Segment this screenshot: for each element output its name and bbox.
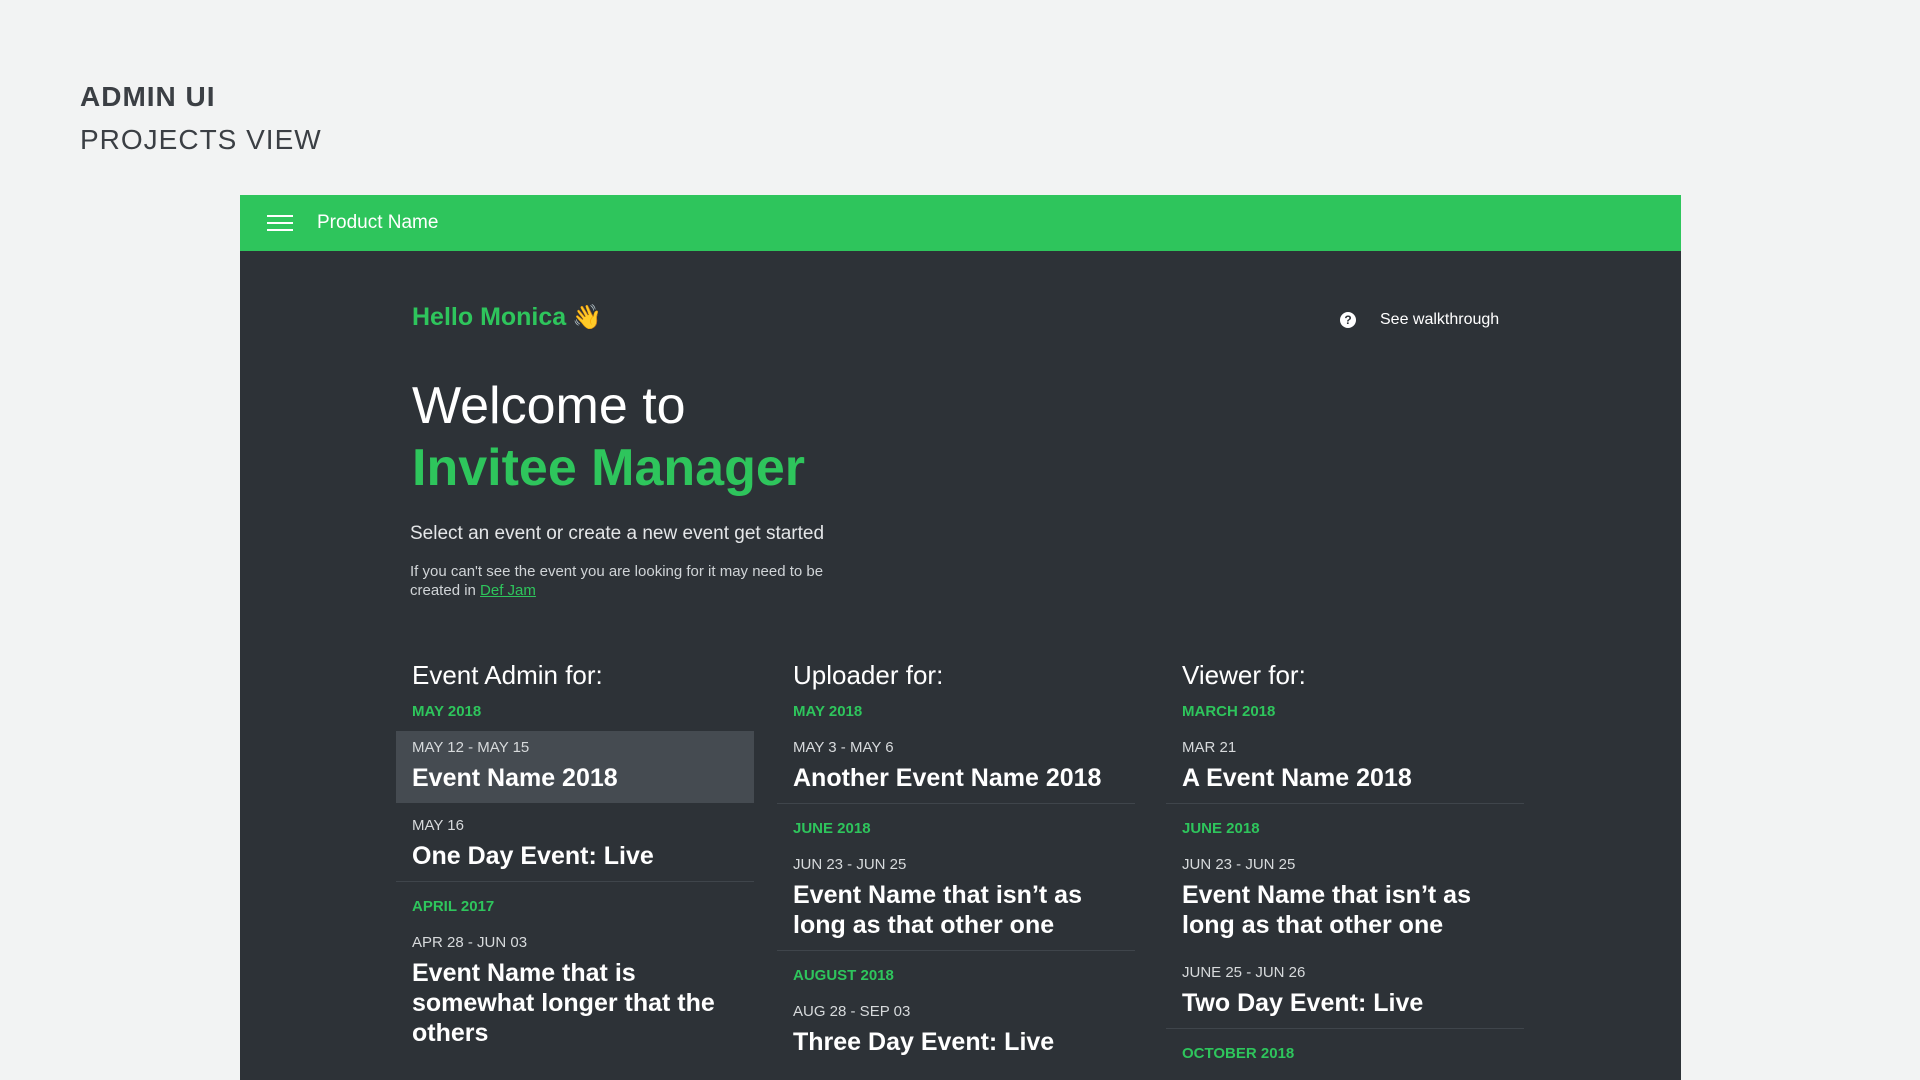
event-name: Three Day Event: Live xyxy=(793,1028,1055,1056)
event-name: Event Name that isn’t as long as that ot… xyxy=(1182,881,1471,939)
presentation-title: ADMIN UI PROJECTS VIEW xyxy=(80,80,322,166)
event-item[interactable]: AUG 28 - SEP 03 Three Day Event: Live xyxy=(777,995,1135,1067)
column-heading: Uploader for: xyxy=(793,660,944,690)
month-label: JUNE 2018 xyxy=(793,820,871,837)
event-item[interactable]: JUN 23 - JUN 25 Event Name that isn’t as… xyxy=(777,848,1135,950)
event-date: MAY 16 xyxy=(412,817,464,834)
event-date: JUNE 25 - JUN 26 xyxy=(1182,964,1306,981)
month-label: MAY 2018 xyxy=(412,703,482,720)
event-item[interactable]: JUN 23 - JUN 25 Event Name that isn’t as… xyxy=(1166,848,1524,950)
month-label: OCTOBER 2018 xyxy=(1182,1045,1295,1062)
event-name: A Event Name 2018 xyxy=(1182,764,1412,792)
event-date: JUN 23 - JUN 25 xyxy=(1182,856,1296,873)
product-name: Product Name xyxy=(317,212,439,233)
event-name: Two Day Event: Live xyxy=(1182,989,1424,1017)
event-name: Another Event Name 2018 xyxy=(793,764,1102,792)
month-label: AUGUST 2018 xyxy=(793,967,894,984)
event-item[interactable]: APR 28 - JUN 03 Event Name that is somew… xyxy=(396,926,754,1058)
def-jam-link[interactable]: Def Jam xyxy=(480,582,536,599)
help-note: If you can't see the event you are looki… xyxy=(410,562,870,600)
presentation-title-line1: ADMIN UI xyxy=(80,81,216,112)
event-item[interactable]: MAY 16 One Day Event: Live xyxy=(396,809,754,881)
divider xyxy=(1166,803,1524,804)
product-title: Invitee Manager xyxy=(412,439,806,497)
event-date: JUN 23 - JUN 25 xyxy=(793,856,907,873)
event-item[interactable]: MAR 21 A Event Name 2018 xyxy=(1166,731,1524,803)
help-icon: ? xyxy=(1340,312,1356,328)
column-heading: Event Admin for: xyxy=(412,660,603,690)
divider xyxy=(396,881,754,882)
month-label: APRIL 2017 xyxy=(412,898,495,915)
event-item[interactable]: MAY 3 - MAY 6 Another Event Name 2018 xyxy=(777,731,1135,803)
event-name: One Day Event: Live xyxy=(412,842,654,870)
event-item[interactable]: MAY 12 - MAY 15 Event Name 2018 xyxy=(396,731,754,803)
event-item[interactable]: JUNE 25 - JUN 26 Two Day Event: Live xyxy=(1166,956,1524,1028)
divider xyxy=(1166,1028,1524,1029)
divider xyxy=(777,803,1135,804)
greeting: Hello Monica 👋 xyxy=(412,303,602,332)
event-date: MAR 21 xyxy=(1182,739,1237,756)
greeting-text: Hello Monica xyxy=(412,303,567,331)
welcome-heading: Welcome to xyxy=(412,377,686,435)
walkthrough-label: See walkthrough xyxy=(1380,311,1500,328)
main-content: Hello Monica 👋 ? See walkthrough Welcome … xyxy=(396,251,1681,1080)
event-date: MAY 3 - MAY 6 xyxy=(793,739,894,756)
month-label: MARCH 2018 xyxy=(1182,703,1276,720)
event-admin-column: Event Admin for: MAY 2018 MAY 12 - MAY 1… xyxy=(396,659,754,1058)
divider xyxy=(777,950,1135,951)
menu-icon[interactable] xyxy=(267,215,293,231)
event-name: Event Name that is somewhat longer that … xyxy=(412,959,715,1047)
app-window: Product Name Hello Monica 👋 ? See walkthr… xyxy=(240,195,1681,1080)
help-note-text: If you can't see the event you are looki… xyxy=(410,563,824,599)
event-name: Event Name that isn’t as long as that ot… xyxy=(793,881,1082,939)
see-walkthrough-button[interactable]: ? See walkthrough xyxy=(1340,311,1499,329)
event-date: AUG 28 - SEP 03 xyxy=(793,1003,911,1020)
event-name: Event Name 2018 xyxy=(412,764,618,792)
presentation-title-line2: PROJECTS VIEW xyxy=(80,124,322,155)
month-label: JUNE 2018 xyxy=(1182,820,1260,837)
wave-icon: 👋 xyxy=(572,304,603,331)
subtitle: Select an event or create a new event ge… xyxy=(410,523,825,544)
uploader-column: Uploader for: MAY 2018 MAY 3 - MAY 6 Ano… xyxy=(777,659,1135,1067)
app-bar: Product Name xyxy=(240,195,1681,251)
viewer-column: Viewer for: MARCH 2018 MAR 21 A Event Na… xyxy=(1166,659,1524,1073)
month-label: MAY 2018 xyxy=(793,703,863,720)
column-heading: Viewer for: xyxy=(1182,660,1306,690)
event-date: APR 28 - JUN 03 xyxy=(412,934,528,951)
event-date: MAY 12 - MAY 15 xyxy=(412,739,530,756)
